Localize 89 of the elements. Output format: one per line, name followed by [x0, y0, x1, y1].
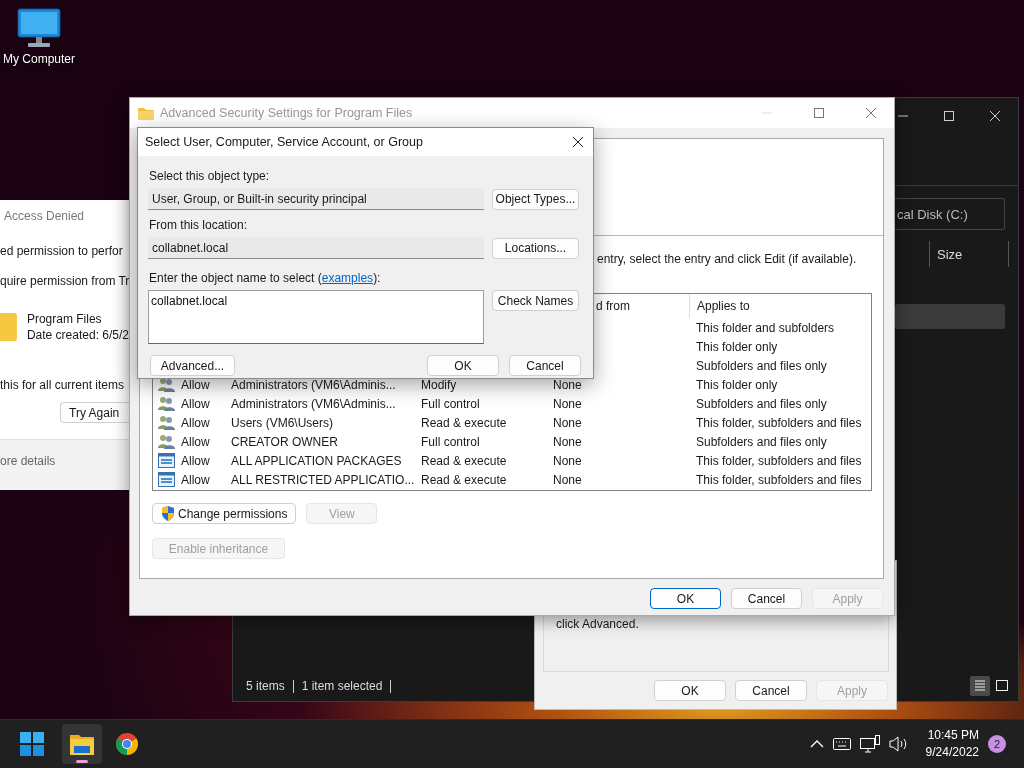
field-label: Enter the object name to select (examples):	[149, 271, 382, 285]
table-cell: ALL RESTRICTED APPLICATIO...	[231, 472, 415, 487]
table-cell: Allow	[181, 434, 210, 449]
checkbox-label[interactable]: this for all current items	[0, 378, 129, 392]
table-cell: Full control	[421, 434, 480, 449]
table-cell: Subfolders and files only	[696, 396, 827, 411]
users-icon	[158, 434, 175, 449]
object-name-field[interactable]: collabnet.local	[148, 290, 484, 344]
table-cell: This folder only	[696, 377, 778, 392]
keyboard-icon[interactable]	[832, 738, 851, 750]
table-cell: Administrators (VM6\Adminis...	[231, 377, 396, 392]
message-text: ed permission to perfor	[0, 243, 124, 260]
examples-link[interactable]: examples	[321, 271, 374, 285]
column-header[interactable]: Applies to	[697, 299, 750, 313]
table-cell: None	[553, 415, 582, 430]
shield-icon	[161, 506, 175, 521]
table-cell: None	[553, 453, 582, 468]
table-cell: Users (VM6\Users)	[231, 415, 333, 430]
object-types-button[interactable]: Object Types...	[492, 188, 579, 210]
table-cell: Full control	[421, 396, 480, 411]
ok-button[interactable]: OK	[427, 355, 499, 376]
table-cell: Modify	[421, 377, 457, 392]
desktop-icon-label[interactable]: My Computer	[3, 52, 75, 66]
change-permissions-button[interactable]: Change permissions	[152, 503, 297, 524]
try-again-button[interactable]: Try Again	[60, 402, 129, 423]
table-cell: This folder, subfolders and files	[696, 415, 862, 430]
table-cell: Allow	[181, 377, 210, 392]
instruction-text: entry, select the entry and click Edit (if available).	[597, 252, 858, 267]
chevron-up-icon[interactable]	[809, 739, 824, 749]
details-view-icon[interactable]	[970, 676, 990, 696]
package-icon	[158, 472, 175, 487]
object-type-field: User, Group, or Built-in security principal	[148, 188, 484, 210]
clock-date[interactable]: 9/24/2022	[925, 744, 979, 761]
message-text: quire permission from Tr	[0, 273, 129, 290]
dialog-title: Select User, Computer, Service Account, or Group	[145, 135, 424, 149]
monitor-icon[interactable]	[17, 8, 61, 48]
table-cell: Allow	[181, 415, 210, 430]
table-cell: Subfolders and files only	[696, 358, 827, 373]
table-cell: None	[553, 377, 582, 392]
column-header[interactable]: Size	[929, 241, 1009, 267]
field-label: From this location:	[149, 218, 249, 232]
file-name: Program Files	[26, 312, 103, 326]
table-cell: Read & execute	[421, 472, 507, 487]
browser-icon[interactable]	[115, 732, 139, 756]
table-cell: Allow	[181, 396, 210, 411]
cancel-button[interactable]: Cancel	[731, 588, 802, 609]
table-cell: Administrators (VM6\Adminis...	[231, 396, 396, 411]
field-label: Select this object type:	[149, 169, 271, 183]
notification-badge[interactable]: 2	[988, 735, 1006, 753]
table-cell: None	[553, 434, 582, 449]
users-icon	[158, 396, 175, 411]
dialog-title: Access Denied	[3, 208, 86, 225]
ok-button[interactable]: OK	[650, 588, 721, 609]
package-icon	[158, 453, 175, 468]
table-cell: This folder, subfolders and files	[696, 472, 862, 487]
start-icon[interactable]	[20, 732, 44, 756]
clock-time[interactable]: 10:45 PM	[927, 727, 979, 744]
table-cell: Allow	[181, 472, 210, 487]
users-icon	[158, 377, 175, 392]
table-cell: This folder, subfolders and files	[696, 453, 862, 468]
details-link[interactable]: ore details	[0, 454, 56, 468]
ok-button[interactable]: OK	[654, 680, 726, 701]
cancel-button[interactable]: Cancel	[509, 355, 581, 376]
table-cell: CREATOR OWNER	[231, 434, 338, 449]
table-cell: This folder only	[696, 339, 778, 354]
locations-button[interactable]: Locations...	[492, 237, 579, 259]
table-cell: None	[553, 396, 582, 411]
window-title: Advanced Security Settings for Program Files	[160, 106, 414, 120]
location-field: collabnet.local	[148, 237, 484, 259]
file-date: Date created: 6/5/2	[26, 328, 129, 342]
table-cell: Allow	[181, 453, 210, 468]
table-cell: This folder and subfolders	[696, 320, 835, 335]
status-text: 1 item selected	[301, 679, 383, 693]
advanced-button[interactable]: Advanced...	[150, 355, 235, 376]
status-text: 5 items	[246, 679, 285, 693]
hint-text: click Advanced.	[556, 617, 639, 631]
speaker-icon[interactable]	[888, 736, 909, 752]
table-cell: None	[553, 472, 582, 487]
table-cell: Subfolders and files only	[696, 434, 827, 449]
table-cell: Read & execute	[421, 453, 507, 468]
cancel-button[interactable]: Cancel	[735, 680, 807, 701]
folder-icon	[138, 106, 154, 120]
users-icon	[158, 415, 175, 430]
network-icon[interactable]	[859, 735, 880, 753]
column-header[interactable]: d from	[596, 299, 630, 313]
check-names-button[interactable]: Check Names	[492, 290, 579, 311]
table-cell: Read & execute	[421, 415, 507, 430]
table-cell: ALL APPLICATION PACKAGES	[231, 453, 402, 468]
folder-icon[interactable]	[70, 733, 94, 755]
